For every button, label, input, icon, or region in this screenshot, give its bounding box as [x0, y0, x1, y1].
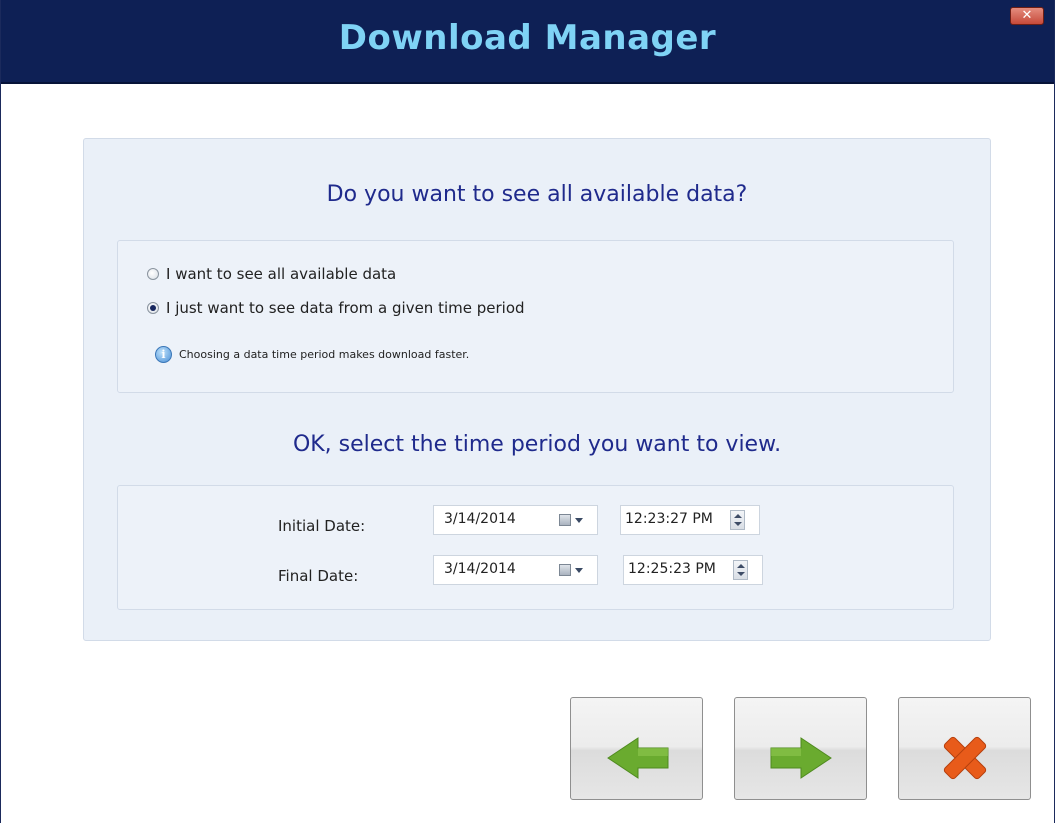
final-date-value: 3/14/2014 — [444, 561, 516, 577]
options-panel: Do you want to see all available data? I… — [83, 138, 991, 641]
spin-down-icon[interactable] — [734, 522, 742, 526]
data-question-heading: Do you want to see all available data? — [326, 182, 748, 207]
chevron-down-icon[interactable] — [575, 518, 583, 523]
initial-time-spinner[interactable] — [730, 510, 745, 530]
option-time-period-label: I just want to see data from a given tim… — [166, 299, 525, 317]
spin-up-icon[interactable] — [734, 514, 742, 518]
final-time-field[interactable]: 12:25:23 PM — [623, 555, 763, 585]
spin-up-icon[interactable] — [737, 564, 745, 568]
radio-all-data[interactable] — [147, 268, 159, 280]
initial-date-label: Initial Date: — [278, 517, 366, 535]
window-title: Download Manager — [338, 18, 717, 58]
right-arrow-icon — [770, 737, 832, 779]
time-period-panel: Initial Date: 3/14/2014 12:23:27 PM Fina… — [117, 485, 954, 610]
option-all-data[interactable]: I want to see all available data — [147, 265, 396, 283]
info-hint: i Choosing a data time period makes down… — [155, 346, 469, 363]
info-hint-text: Choosing a data time period makes downlo… — [179, 348, 470, 361]
info-icon: i — [155, 346, 172, 363]
close-icon: ✕ — [1021, 8, 1033, 23]
option-all-data-label: I want to see all available data — [166, 265, 397, 283]
time-period-heading: OK, select the time period you want to v… — [292, 432, 782, 457]
final-time-spinner[interactable] — [733, 560, 748, 580]
next-button[interactable] — [734, 697, 867, 800]
cancel-button[interactable] — [898, 697, 1031, 800]
calendar-icon[interactable] — [559, 564, 571, 576]
chevron-down-icon[interactable] — [575, 568, 583, 573]
close-window-button[interactable]: ✕ — [1010, 7, 1044, 25]
final-date-label: Final Date: — [278, 567, 359, 585]
initial-date-picker[interactable]: 3/14/2014 — [433, 505, 598, 535]
initial-time-value: 12:23:27 PM — [625, 511, 713, 527]
final-date-picker[interactable]: 3/14/2014 — [433, 555, 598, 585]
left-arrow-icon — [607, 737, 669, 779]
title-bar: Download Manager ✕ — [1, 0, 1054, 84]
initial-date-value: 3/14/2014 — [444, 511, 516, 527]
radio-time-period[interactable] — [147, 302, 159, 314]
spin-down-icon[interactable] — [737, 572, 745, 576]
initial-time-field[interactable]: 12:23:27 PM — [620, 505, 760, 535]
final-time-value: 12:25:23 PM — [628, 561, 716, 577]
data-range-options: I want to see all available data I just … — [117, 240, 954, 393]
option-time-period[interactable]: I just want to see data from a given tim… — [147, 299, 525, 317]
calendar-icon[interactable] — [559, 514, 571, 526]
back-button[interactable] — [570, 697, 703, 800]
download-manager-window: Download Manager ✕ Do you want to see al… — [0, 0, 1055, 823]
cancel-x-icon — [943, 736, 987, 780]
